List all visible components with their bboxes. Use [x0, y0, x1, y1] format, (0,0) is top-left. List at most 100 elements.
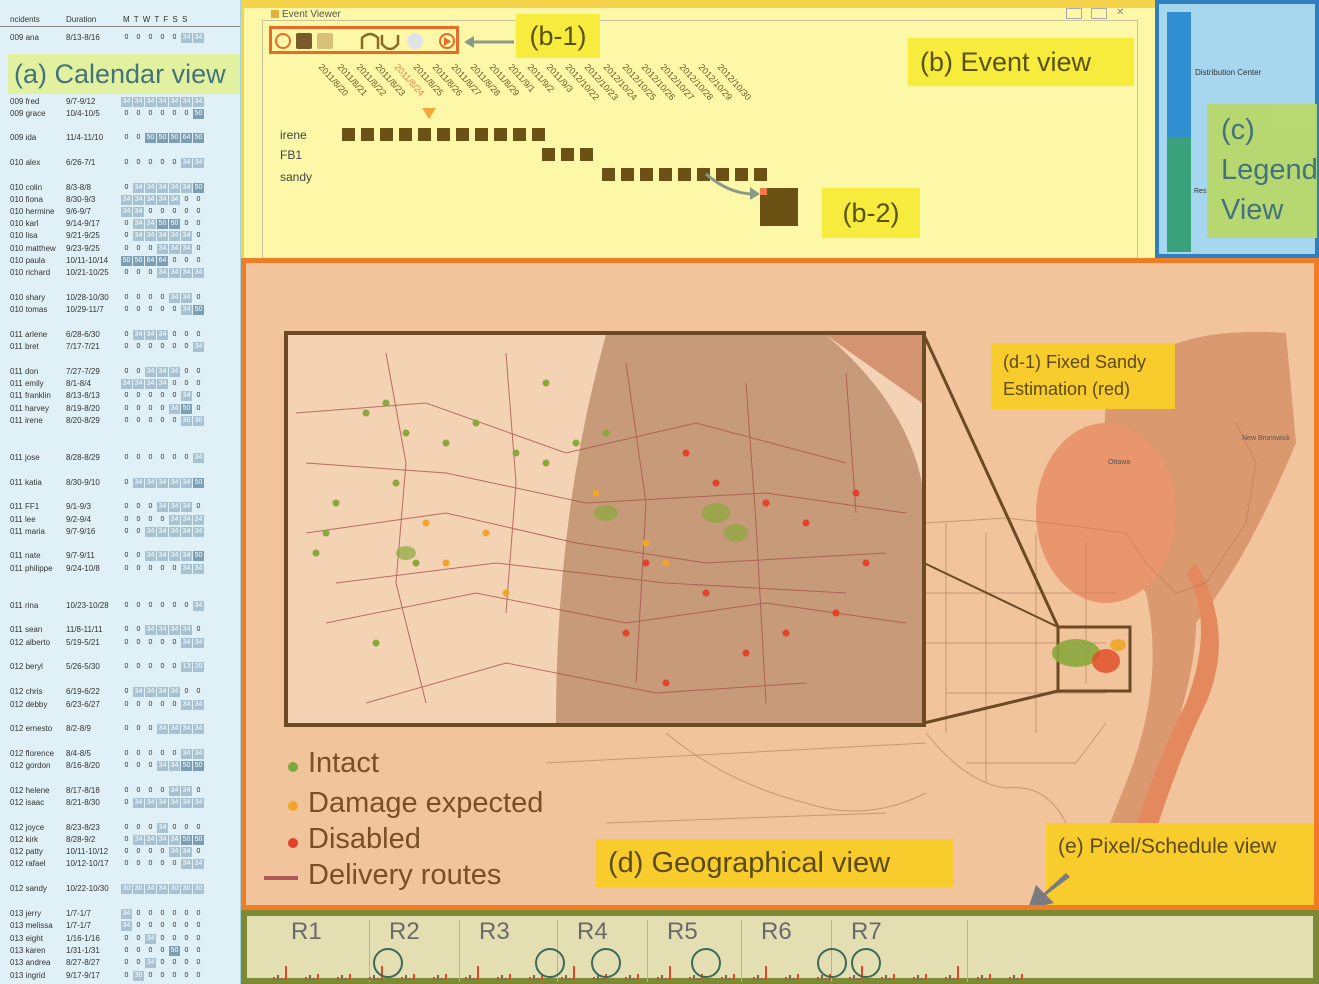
calendar-row[interactable]: 011 philippe 9/24-10/8 0 0 0 0 0 34 34 — [0, 563, 240, 575]
site-dot[interactable] — [482, 529, 490, 537]
day-cell[interactable]: 0 — [121, 971, 132, 981]
day-cell[interactable]: 34 — [193, 97, 204, 107]
schedule-bars[interactable] — [305, 960, 325, 980]
day-cell[interactable]: 0 — [181, 195, 192, 205]
day-cell[interactable]: 0 — [169, 909, 180, 919]
day-cell[interactable]: 0 — [133, 515, 144, 525]
day-cell[interactable]: 34 — [157, 687, 168, 697]
day-cell[interactable]: 34 — [157, 527, 168, 537]
day-cell[interactable]: 0 — [121, 527, 132, 537]
day-cell[interactable]: 34 — [169, 268, 180, 278]
day-cell[interactable]: 0 — [157, 109, 168, 119]
day-cell[interactable]: 0 — [133, 823, 144, 833]
day-cell[interactable]: 0 — [169, 823, 180, 833]
event-day-square[interactable] — [532, 128, 545, 141]
day-cell[interactable]: 50 — [193, 183, 204, 193]
day-cell[interactable]: 0 — [157, 859, 168, 869]
calendar-row[interactable]: 012 debby 6/23-6/27 0 0 0 0 0 34 34 — [0, 699, 240, 711]
day-cell[interactable]: 30 — [193, 884, 204, 894]
day-cell[interactable]: 34 — [181, 97, 192, 107]
day-cell[interactable]: 34 — [157, 478, 168, 488]
day-cell[interactable]: 0 — [121, 515, 132, 525]
day-cell[interactable]: 0 — [181, 219, 192, 229]
day-cell[interactable]: 0 — [121, 724, 132, 734]
day-cell[interactable]: 0 — [169, 33, 180, 43]
day-cell[interactable]: 0 — [169, 158, 180, 168]
day-cell[interactable]: 0 — [193, 847, 204, 857]
day-cell[interactable]: 34 — [181, 231, 192, 241]
day-cell[interactable]: 34 — [193, 749, 204, 759]
globe-icon[interactable] — [407, 33, 423, 49]
day-cell[interactable]: 0 — [169, 256, 180, 266]
day-cell[interactable]: 0 — [145, 416, 156, 426]
settings-icon[interactable] — [275, 33, 291, 49]
day-cell[interactable]: 0 — [157, 921, 168, 931]
schedule-bars[interactable] — [721, 960, 741, 980]
day-cell[interactable]: 0 — [133, 268, 144, 278]
day-cell[interactable]: 0 — [181, 109, 192, 119]
site-dot[interactable] — [642, 539, 650, 547]
event-day-square[interactable] — [380, 128, 393, 141]
site-dot[interactable] — [742, 649, 750, 657]
day-cell[interactable]: 34 — [181, 638, 192, 648]
day-cell[interactable]: 0 — [121, 268, 132, 278]
day-cell[interactable]: 50 — [193, 133, 204, 143]
day-cell[interactable]: 0 — [181, 256, 192, 266]
day-cell[interactable]: 30 — [181, 884, 192, 894]
schedule-bars[interactable] — [273, 960, 293, 980]
calendar-row[interactable]: 009 grace 10/4-10/5 0 0 0 0 0 0 50 — [0, 108, 240, 120]
day-cell[interactable]: 0 — [121, 502, 132, 512]
site-dot[interactable] — [862, 559, 870, 567]
day-cell[interactable]: 34 — [193, 158, 204, 168]
event-day-square[interactable] — [475, 128, 488, 141]
day-cell[interactable]: 34 — [169, 244, 180, 254]
day-cell[interactable]: 0 — [157, 305, 168, 315]
calendar-row[interactable]: 012 helene 8/17-8/18 0 0 0 0 34 34 0 — [0, 785, 240, 797]
day-cell[interactable]: 0 — [157, 391, 168, 401]
day-cell[interactable]: 34 — [157, 97, 168, 107]
site-dot[interactable] — [362, 409, 370, 417]
day-cell[interactable]: 34 — [193, 33, 204, 43]
day-cell[interactable]: 0 — [145, 761, 156, 771]
day-cell[interactable]: 0 — [133, 761, 144, 771]
day-cell[interactable]: 34 — [193, 564, 204, 574]
day-cell[interactable]: 34 — [157, 244, 168, 254]
day-cell[interactable]: 0 — [157, 934, 168, 944]
day-cell[interactable]: 34 — [157, 330, 168, 340]
day-cell[interactable]: 0 — [181, 330, 192, 340]
day-cell[interactable]: 0 — [193, 971, 204, 981]
day-cell[interactable]: 0 — [169, 342, 180, 352]
day-cell[interactable]: 0 — [121, 244, 132, 254]
site-dot[interactable] — [332, 499, 340, 507]
day-cell[interactable]: 0 — [121, 847, 132, 857]
day-cell[interactable]: 34 — [145, 478, 156, 488]
day-cell[interactable]: 0 — [193, 379, 204, 389]
calendar-row[interactable]: 011 jose 8/28-8/29 0 0 0 0 0 0 34 — [0, 452, 240, 464]
day-cell[interactable]: 34 — [181, 798, 192, 808]
day-cell[interactable]: 50 — [157, 219, 168, 229]
day-cell[interactable]: 34 — [169, 502, 180, 512]
day-cell[interactable]: 0 — [169, 601, 180, 611]
day-cell[interactable]: 0 — [133, 786, 144, 796]
schedule-bars[interactable] — [625, 960, 645, 980]
day-cell[interactable]: 0 — [169, 921, 180, 931]
day-cell[interactable]: 34 — [145, 330, 156, 340]
day-cell[interactable]: 34 — [157, 798, 168, 808]
calendar-row[interactable]: 012 rafael 10/12-10/17 0 0 0 0 0 34 34 — [0, 858, 240, 870]
day-cell[interactable]: 34 — [169, 786, 180, 796]
day-cell[interactable]: 34 — [157, 268, 168, 278]
day-cell[interactable]: 0 — [157, 564, 168, 574]
day-cell[interactable]: 34 — [121, 97, 132, 107]
day-cell[interactable]: 0 — [121, 958, 132, 968]
site-dot[interactable] — [712, 479, 720, 487]
day-cell[interactable]: 0 — [157, 515, 168, 525]
calendar-row[interactable]: 010 lisa 9/21-9/25 0 34 34 34 34 34 0 — [0, 230, 240, 242]
day-cell[interactable]: 34 — [193, 859, 204, 869]
day-cell[interactable]: 0 — [145, 786, 156, 796]
day-cell[interactable]: 0 — [121, 934, 132, 944]
day-cell[interactable]: 34 — [157, 761, 168, 771]
day-cell[interactable]: 0 — [169, 391, 180, 401]
route-label[interactable]: R7 — [851, 918, 882, 946]
route-label[interactable]: R2 — [389, 918, 420, 946]
day-cell[interactable]: 0 — [169, 700, 180, 710]
